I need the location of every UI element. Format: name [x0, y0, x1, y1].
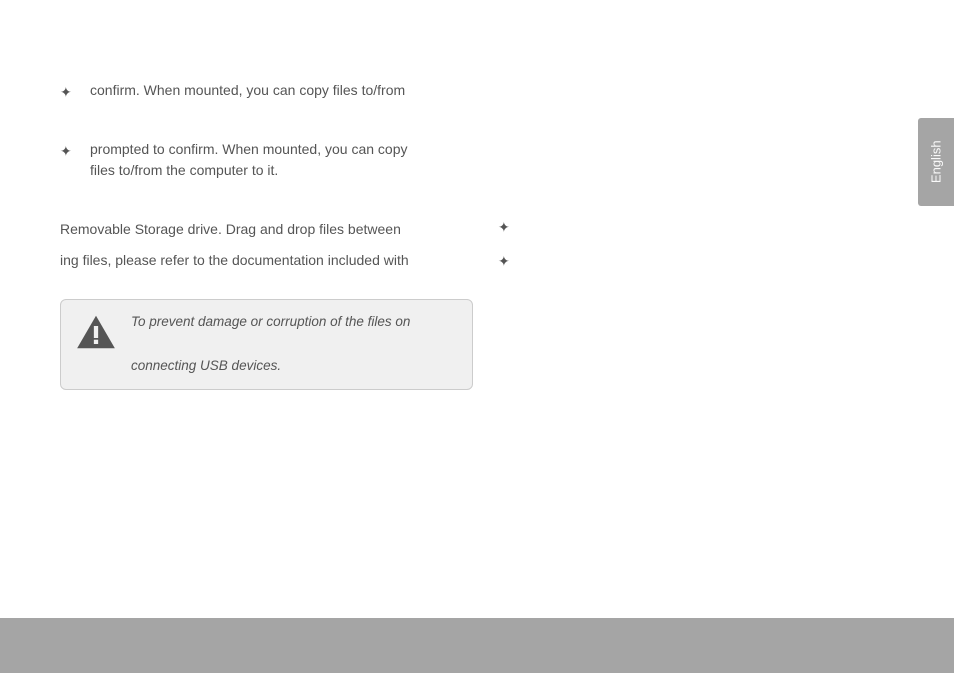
- bullet-item: ✦: [498, 249, 858, 265]
- body-paragraph: Removable Storage drive. Drag and drop f…: [60, 219, 430, 240]
- language-label: English: [926, 141, 946, 184]
- star-icon: ✦: [498, 251, 510, 272]
- bullet-item: ✦ prompted to confirm. When mounted, you…: [60, 139, 430, 181]
- warning-infobox: To prevent damage or corruption of the f…: [60, 299, 473, 390]
- main-content: ✦ confirm. When mounted, you can copy fi…: [0, 0, 490, 390]
- star-icon: ✦: [60, 82, 72, 103]
- language-tab[interactable]: English: [918, 118, 954, 206]
- footer-bar: [0, 618, 954, 673]
- star-icon: ✦: [498, 217, 510, 238]
- body-paragraph: ing files, please refer to the documenta…: [60, 250, 430, 271]
- warning-icon: [75, 314, 117, 350]
- bullet-item: ✦: [498, 215, 858, 231]
- right-column: ✦ ✦: [498, 215, 858, 283]
- bullet-item: ✦ confirm. When mounted, you can copy fi…: [60, 80, 430, 101]
- infobox-text: To prevent damage or corruption of the f…: [131, 312, 410, 377]
- bullet-text: confirm. When mounted, you can copy file…: [90, 80, 430, 101]
- bullet-text: prompted to confirm. When mounted, you c…: [90, 139, 430, 181]
- star-icon: ✦: [60, 141, 72, 162]
